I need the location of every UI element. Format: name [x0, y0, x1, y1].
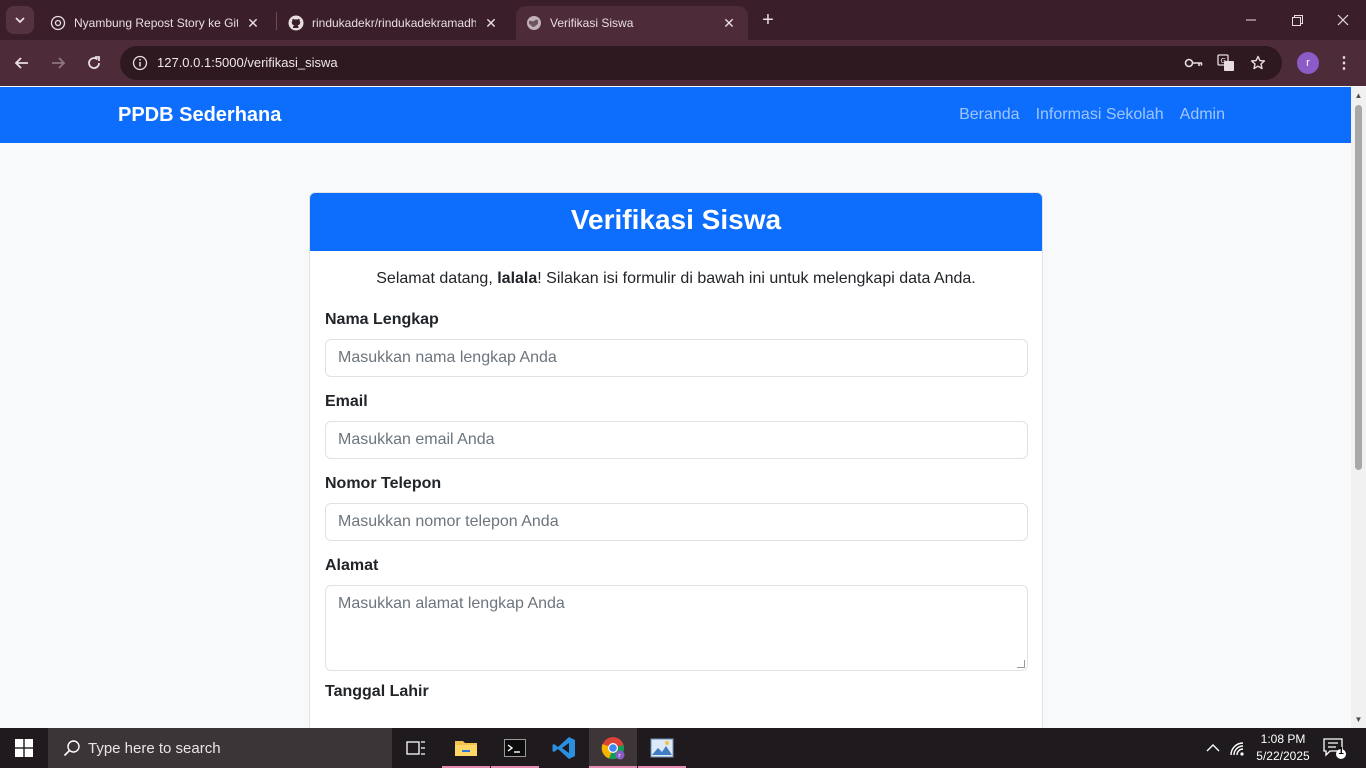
email-input[interactable]: Masukkan email Anda — [325, 421, 1028, 459]
welcome-suffix: ! Silakan isi formulir di bawah ini untu… — [537, 270, 976, 287]
restore-button[interactable] — [1274, 0, 1320, 40]
terminal-icon — [504, 739, 526, 757]
browser-tabstrip: Nyambung Repost Story ke GitHub ✕ rinduk… — [0, 0, 1366, 40]
chrome-button[interactable]: r — [589, 728, 637, 768]
globe-icon — [526, 15, 542, 31]
vscode-icon — [552, 737, 575, 759]
alamat-textarea[interactable]: Masukkan alamat lengkap Anda — [325, 585, 1028, 671]
close-window-button[interactable] — [1320, 0, 1366, 40]
browser-toolbar: 127.0.0.1:5000/verifikasi_siswa G r ⋮ — [0, 40, 1366, 86]
welcome-prefix: Selamat datang, — [376, 270, 493, 287]
action-center-button[interactable]: 1 — [1322, 736, 1346, 760]
search-icon — [62, 738, 82, 758]
translate-icon[interactable]: G — [1214, 51, 1238, 75]
github-icon — [288, 15, 304, 31]
page-viewport: PPDB Sederhana Beranda Informasi Sekolah… — [0, 87, 1351, 728]
nav-link-beranda[interactable]: Beranda — [959, 106, 1020, 124]
network-icon[interactable] — [1228, 738, 1248, 758]
browser-menu-icon[interactable]: ⋮ — [1333, 51, 1355, 75]
close-tab-icon[interactable]: ✕ — [482, 14, 500, 32]
search-placeholder: Type here to search — [88, 739, 221, 757]
back-arrow-icon — [14, 57, 28, 69]
close-tab-icon[interactable]: ✕ — [720, 14, 738, 32]
windows-taskbar: Type here to search r 1:08 PM 5/22/2025 … — [0, 728, 1366, 768]
verification-card: Verifikasi Siswa Selamat datang, lalala!… — [309, 192, 1043, 728]
nav-link-informasi-sekolah[interactable]: Informasi Sekolah — [1036, 106, 1164, 124]
browser-tab-1[interactable]: Nyambung Repost Story ke GitHub ✕ — [40, 6, 272, 40]
restore-icon — [1291, 14, 1303, 26]
folder-icon — [455, 741, 477, 756]
chrome-icon: r — [601, 737, 625, 760]
label-tanggal-lahir: Tanggal Lahir — [325, 683, 429, 700]
show-hidden-icons-chevron-icon[interactable] — [1203, 738, 1223, 758]
label-nama-lengkap: Nama Lengkap — [325, 311, 439, 328]
close-icon — [1337, 14, 1349, 26]
scroll-down-arrow-icon[interactable]: ▼ — [1354, 715, 1363, 724]
taskbar-search-box[interactable]: Type here to search — [48, 728, 392, 768]
password-key-icon[interactable] — [1182, 51, 1206, 75]
clock-date: 5/22/2025 — [1256, 749, 1310, 763]
back-button[interactable] — [8, 49, 36, 77]
nomor-telepon-input[interactable]: Masukkan nomor telepon Anda — [325, 503, 1028, 541]
address-bar[interactable]: 127.0.0.1:5000/verifikasi_siswa G — [120, 46, 1282, 80]
navbar-brand[interactable]: PPDB Sederhana — [118, 104, 281, 127]
forward-arrow-icon — [52, 57, 66, 69]
tab-title: rindukadekr/rindukadekramadhan — [312, 16, 476, 30]
reload-icon — [88, 56, 100, 69]
card-title: Verifikasi Siswa — [310, 193, 1042, 251]
alamat-placeholder: Masukkan alamat lengkap Anda — [338, 595, 565, 612]
scroll-up-arrow-icon[interactable]: ▲ — [1354, 91, 1363, 100]
photos-button[interactable] — [638, 728, 686, 768]
vscode-button[interactable] — [540, 728, 588, 768]
minimize-icon — [1246, 19, 1256, 21]
page-scrollbar[interactable]: ▲ ▼ — [1351, 87, 1366, 728]
svg-text:G: G — [1221, 57, 1226, 65]
photos-icon — [650, 738, 674, 758]
tab-title: Verifikasi Siswa — [550, 16, 634, 30]
tab-title: Nyambung Repost Story ke GitHub — [74, 16, 238, 30]
task-view-icon — [406, 741, 425, 755]
nama-lengkap-input[interactable]: Masukkan nama lengkap Anda — [325, 339, 1028, 377]
navbar-links: Beranda Informasi Sekolah Admin — [959, 106, 1225, 124]
system-clock[interactable]: 1:08 PM 5/22/2025 — [1248, 731, 1318, 765]
site-navbar: PPDB Sederhana Beranda Informasi Sekolah… — [0, 87, 1351, 143]
browser-tab-2[interactable]: rindukadekr/rindukadekramadhan ✕ — [278, 6, 510, 40]
terminal-button[interactable] — [491, 728, 539, 768]
file-explorer-button[interactable] — [442, 728, 490, 768]
nama-lengkap-placeholder: Masukkan nama lengkap Anda — [338, 349, 557, 366]
label-alamat: Alamat — [325, 557, 379, 574]
resize-handle-icon[interactable] — [1017, 660, 1025, 668]
site-info-icon[interactable] — [128, 51, 152, 75]
verification-form: Nama Lengkap Masukkan nama lengkap Anda … — [325, 311, 1028, 711]
minimize-button[interactable] — [1228, 0, 1274, 40]
chatgpt-icon — [50, 15, 66, 31]
welcome-message: Selamat datang, lalala! Silakan isi form… — [310, 270, 1042, 288]
nav-link-admin[interactable]: Admin — [1180, 106, 1225, 124]
url-text: 127.0.0.1:5000/verifikasi_siswa — [157, 55, 338, 70]
scrollbar-thumb[interactable] — [1355, 105, 1362, 470]
notification-count-badge: 1 — [1338, 746, 1344, 757]
browser-tab-3-active[interactable]: Verifikasi Siswa ✕ — [516, 6, 748, 40]
task-view-button[interactable] — [392, 728, 440, 768]
start-button[interactable] — [0, 728, 48, 768]
windows-logo-icon — [15, 739, 33, 757]
reload-button[interactable] — [80, 49, 108, 77]
bookmark-star-icon[interactable] — [1246, 51, 1270, 75]
forward-button[interactable] — [44, 49, 72, 77]
nomor-telepon-placeholder: Masukkan nomor telepon Anda — [338, 513, 559, 530]
clock-time: 1:08 PM — [1260, 732, 1306, 746]
tab-separator — [276, 12, 277, 30]
label-email: Email — [325, 393, 368, 410]
email-placeholder: Masukkan email Anda — [338, 431, 495, 448]
profile-avatar[interactable]: r — [1297, 52, 1319, 74]
tab-search-button[interactable] — [6, 6, 34, 34]
close-tab-icon[interactable]: ✕ — [244, 14, 262, 32]
label-nomor-telepon: Nomor Telepon — [325, 475, 442, 492]
new-tab-button[interactable]: + — [756, 8, 780, 32]
chevron-down-icon — [15, 17, 25, 24]
username: lalala — [497, 270, 538, 287]
